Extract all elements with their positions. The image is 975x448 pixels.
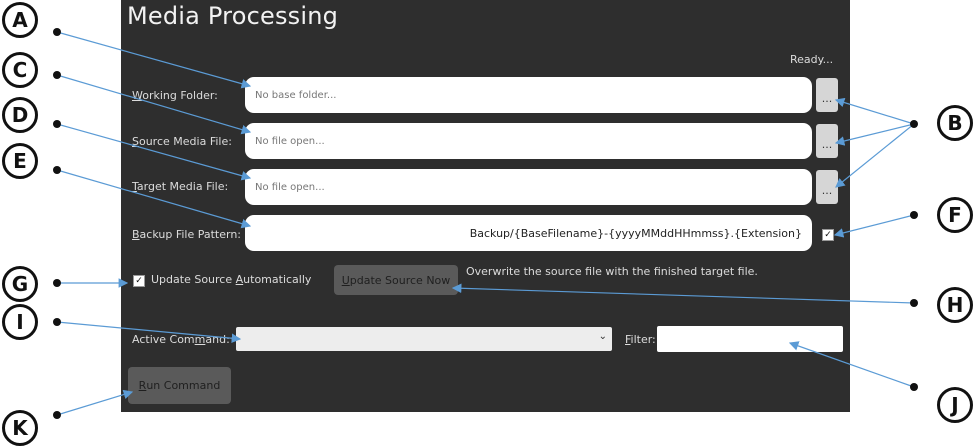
callout-e: E (2, 143, 38, 179)
callout-c: C (2, 52, 38, 88)
callout-k: K (2, 410, 38, 446)
callout-b: B (937, 105, 973, 141)
callout-j: J (937, 387, 973, 423)
callout-i: I (2, 304, 38, 340)
callout-d: D (2, 97, 38, 133)
callout-f: F (937, 197, 973, 233)
callout-g: G (2, 266, 38, 302)
callout-h: H (937, 287, 973, 323)
callout-a: A (2, 2, 38, 38)
annotation-arrows (53, 28, 918, 419)
